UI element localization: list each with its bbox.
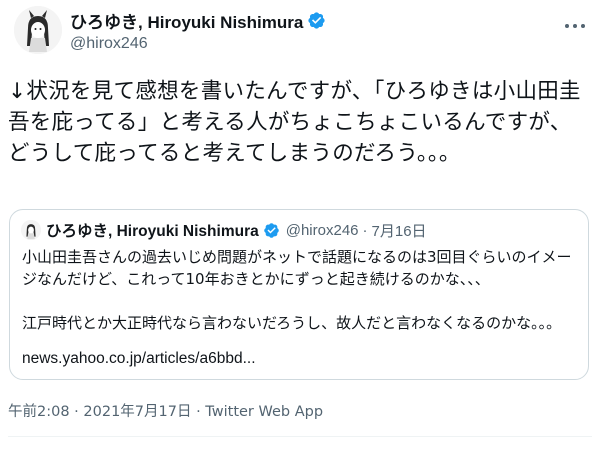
meta-separator: · [196, 404, 201, 420]
quoted-handle[interactable]: @hirox246 [286, 222, 359, 239]
quoted-tweet[interactable]: ひろゆき, Hiroyuki Nishimura @hirox246 · 7月1… [9, 209, 589, 380]
tweet-time[interactable]: 午前2:08 [8, 404, 70, 420]
avatar-illustration-icon [21, 220, 41, 240]
divider [8, 436, 592, 437]
quoted-header: ひろゆき, Hiroyuki Nishimura @hirox246 · 7月1… [46, 219, 427, 241]
quoted-link[interactable]: news.yahoo.co.jp/articles/a6bbd... [22, 350, 256, 368]
author-name-row[interactable]: ひろゆき, Hiroyuki Nishimura [70, 8, 326, 33]
tweet-date[interactable]: 2021年7月17日 [83, 404, 191, 420]
verified-badge-icon [263, 222, 279, 238]
meta-separator: · [74, 404, 79, 420]
more-options-button[interactable] [564, 12, 586, 32]
quoted-text: 小山田圭吾さんの過去いじめ問題がネットで話題になるのは3回目ぐらいのイメージなん… [22, 248, 572, 332]
tweet-text: ↓状況を見て感想を書いたんですが、「ひろゆきは小山田圭吾を庇ってる」と考える人が… [8, 79, 581, 166]
more-dots-icon [565, 24, 585, 28]
quoted-separator: · [362, 221, 368, 239]
tweet-card: ひろゆき, Hiroyuki Nishimura @hirox246 ↓状況を見… [0, 0, 600, 451]
author-handle[interactable]: @hirox246 [70, 35, 326, 53]
author-display-name[interactable]: ひろゆき, Hiroyuki Nishimura [70, 8, 303, 33]
author-block: ひろゆき, Hiroyuki Nishimura @hirox246 [70, 9, 326, 53]
verified-badge-icon [308, 11, 325, 29]
tweet-meta: 午前2:08 · 2021年7月17日 · Twitter Web App [8, 400, 323, 421]
quoted-display-name[interactable]: ひろゆき, Hiroyuki Nishimura [46, 219, 259, 241]
avatar-illustration-icon [14, 6, 62, 54]
quoted-avatar[interactable] [21, 220, 41, 240]
tweet-source-app[interactable]: Twitter Web App [205, 404, 323, 420]
quoted-date[interactable]: 7月16日 [372, 220, 427, 241]
avatar[interactable] [14, 6, 62, 54]
